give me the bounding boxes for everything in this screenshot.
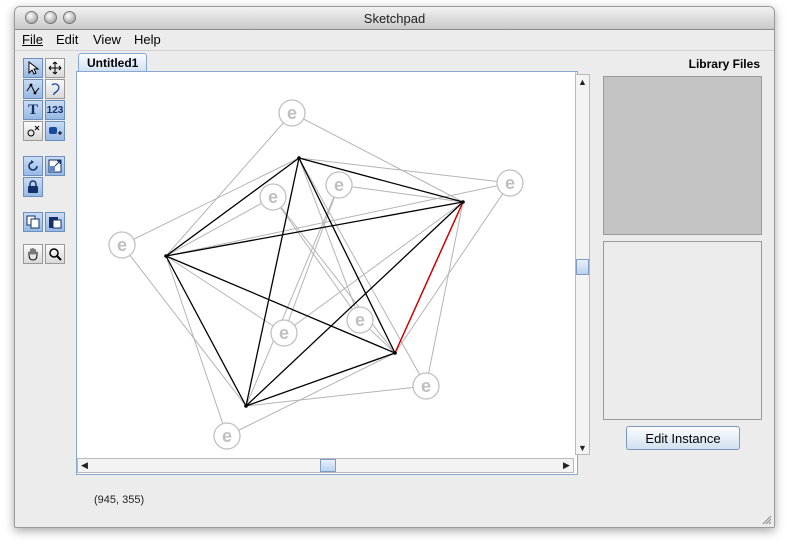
- instance-marker[interactable]: e: [278, 99, 306, 127]
- selected-edge[interactable]: [394, 201, 464, 354]
- instance-glyph: e: [334, 175, 344, 195]
- construction-line[interactable]: [283, 201, 464, 334]
- instance-glyph: e: [505, 173, 515, 193]
- instance-glyph: e: [222, 426, 232, 446]
- move-tool-button[interactable]: [45, 58, 65, 78]
- canvas-frame: e e e e e e e e e: [76, 71, 578, 475]
- drawing-svg[interactable]: e e e e e e e e e: [77, 72, 575, 452]
- select-tool-button[interactable]: [23, 58, 43, 78]
- menu-view[interactable]: View: [93, 32, 121, 47]
- menu-file[interactable]: File: [22, 32, 43, 47]
- shape-edge[interactable]: [165, 201, 464, 257]
- instance-marker[interactable]: e: [270, 319, 298, 347]
- instance-glyph: e: [355, 310, 365, 330]
- construction-line[interactable]: [165, 255, 285, 334]
- vertex-point[interactable]: [393, 351, 397, 355]
- shape-edge[interactable]: [165, 255, 247, 407]
- instance-add-icon: [49, 127, 62, 135]
- cursor-coordinates: (945, 355): [94, 494, 145, 506]
- tab-untitled1[interactable]: Untitled1: [78, 53, 148, 72]
- zoom-tool-button[interactable]: [45, 244, 65, 264]
- vertex-point[interactable]: [461, 200, 465, 204]
- construction-line[interactable]: [165, 196, 274, 257]
- window-title: Sketchpad: [363, 11, 426, 26]
- hand-icon: [28, 248, 38, 261]
- rotate-icon: [28, 160, 38, 171]
- construction-line[interactable]: [425, 201, 464, 387]
- construction-line[interactable]: [338, 184, 464, 203]
- paste-icon: [49, 217, 62, 229]
- number-tool-button[interactable]: 123: [45, 100, 65, 120]
- construction-line[interactable]: [226, 352, 396, 437]
- construction-line[interactable]: [298, 157, 427, 387]
- instance-glyph: e: [287, 103, 297, 123]
- construction-line[interactable]: [283, 184, 340, 334]
- add-instance-tool-button[interactable]: [45, 121, 65, 141]
- sketchpad-window: Sketchpad File Edit View Help T 123 Unti…: [14, 6, 775, 528]
- point-delete-icon: [27, 125, 40, 137]
- library-files-list[interactable]: [603, 76, 762, 235]
- menu-help[interactable]: Help: [134, 32, 161, 47]
- instance-marker[interactable]: e: [259, 183, 287, 211]
- edit-instance-button[interactable]: Edit Instance: [626, 426, 740, 450]
- vertex-point[interactable]: [297, 156, 301, 160]
- menu-bar: File Edit View Help: [15, 30, 774, 51]
- vertex-point[interactable]: [244, 404, 248, 408]
- horizontal-scrollbar[interactable]: ◀ ▶: [77, 458, 574, 473]
- vertical-scrollbar[interactable]: ▲ ▼: [575, 74, 590, 455]
- lasso-tool-button[interactable]: [45, 79, 65, 99]
- construction-line[interactable]: [165, 255, 228, 437]
- scale-icon: [48, 159, 62, 173]
- instance-glyph: e: [268, 187, 278, 207]
- rotate-tool-button[interactable]: [23, 156, 43, 176]
- move-arrows-icon: [48, 61, 62, 75]
- scale-tool-button[interactable]: [45, 156, 65, 176]
- instance-glyph: e: [117, 235, 127, 255]
- construction-line[interactable]: [394, 182, 511, 354]
- drawing-canvas[interactable]: e e e e e e e e e: [77, 72, 576, 452]
- hand-tool-button[interactable]: [23, 244, 43, 264]
- horizontal-scroll-thumb[interactable]: [320, 459, 336, 472]
- library-preview: [603, 241, 762, 420]
- shape-edge[interactable]: [298, 157, 464, 203]
- scroll-right-arrow-icon[interactable]: ▶: [560, 459, 573, 472]
- title-bar: Sketchpad: [15, 7, 774, 30]
- menu-edit[interactable]: Edit: [56, 32, 78, 47]
- copy-tool-button[interactable]: [23, 212, 43, 232]
- library-files-title: Library Files: [688, 57, 760, 71]
- magnifier-icon: [49, 248, 62, 261]
- instance-glyph: e: [279, 323, 289, 343]
- vertical-scroll-thumb[interactable]: [576, 259, 589, 275]
- instance-marker[interactable]: e: [412, 372, 440, 400]
- text-tool-button[interactable]: T: [23, 100, 43, 120]
- construction-line[interactable]: [272, 196, 361, 321]
- scroll-up-arrow-icon[interactable]: ▲: [576, 75, 589, 88]
- instance-marker[interactable]: e: [346, 306, 374, 334]
- polyline-tool-button[interactable]: [23, 79, 43, 99]
- scroll-left-arrow-icon[interactable]: ◀: [78, 459, 91, 472]
- instance-marker[interactable]: e: [496, 169, 524, 197]
- instance-glyph: e: [421, 376, 431, 396]
- resize-grip-icon[interactable]: [760, 513, 772, 525]
- number-icon: 123: [46, 104, 64, 116]
- lasso-icon: [51, 83, 60, 96]
- copy-icon: [26, 215, 40, 229]
- scroll-down-arrow-icon[interactable]: ▼: [576, 441, 589, 454]
- lock-icon: [28, 180, 38, 193]
- polyline-icon: [26, 83, 40, 95]
- vertex-point[interactable]: [164, 254, 168, 258]
- text-t-icon: T: [27, 101, 38, 118]
- construction-line[interactable]: [121, 244, 247, 407]
- instance-marker[interactable]: e: [213, 422, 241, 450]
- paste-tool-button[interactable]: [45, 212, 65, 232]
- lock-tool-button[interactable]: [23, 177, 43, 197]
- construction-line[interactable]: [291, 112, 464, 203]
- instance-marker[interactable]: e: [325, 171, 353, 199]
- instance-marker[interactable]: e: [108, 231, 136, 259]
- delete-point-tool-button[interactable]: [23, 121, 43, 141]
- arrow-pointer-icon: [28, 61, 40, 75]
